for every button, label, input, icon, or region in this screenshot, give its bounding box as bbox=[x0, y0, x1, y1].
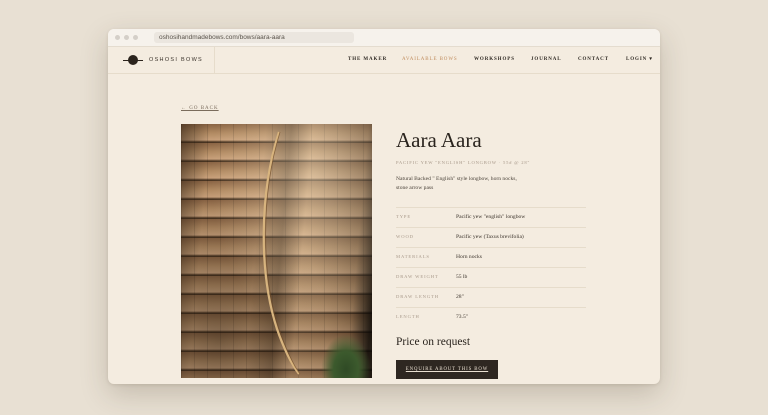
spec-value: 73.5" bbox=[456, 314, 469, 320]
spec-row-wood: WOOD Pacific yew (Taxus brevifolia) bbox=[396, 227, 586, 247]
enquire-button[interactable]: ENQUIRE ABOUT THIS BOW bbox=[396, 360, 498, 379]
spec-row-draw-length: DRAW LENGTH 28" bbox=[396, 287, 586, 307]
bow-description: Natural Backed " English" style longbow,… bbox=[396, 176, 517, 191]
go-back-link[interactable]: ← GO BACK bbox=[181, 106, 219, 112]
minimize-window-icon[interactable] bbox=[124, 35, 129, 40]
spec-value: 28" bbox=[456, 294, 464, 300]
price-label: Price on request bbox=[396, 336, 471, 348]
spec-value: Pacific yew (Taxus brevifolia) bbox=[456, 234, 524, 240]
plant-foliage bbox=[321, 334, 371, 378]
spec-row-length: LENGTH 73.5" bbox=[396, 307, 586, 327]
spec-value: 55 lb bbox=[456, 274, 468, 280]
spec-value: Pacific yew "english" longbow bbox=[456, 214, 526, 220]
spec-label: MATERIALS bbox=[396, 254, 430, 259]
spec-label: DRAW LENGTH bbox=[396, 294, 440, 299]
maximize-window-icon[interactable] bbox=[133, 35, 138, 40]
logo-text: OSHOSI BOWS bbox=[149, 57, 204, 63]
spec-table: TYPE Pacific yew "english" longbow WOOD … bbox=[396, 207, 586, 327]
nav-item-workshops[interactable]: WORKSHOPS bbox=[474, 57, 515, 63]
spec-row-materials: MATERIALS Horn nocks bbox=[396, 247, 586, 267]
browser-window: oshosihandmadebows.com/bows/aara-aara OS… bbox=[108, 29, 660, 384]
nav-item-journal[interactable]: JOURNAL bbox=[531, 57, 561, 63]
close-window-icon[interactable] bbox=[115, 35, 120, 40]
nav-item-available-bows[interactable]: AVAILABLE BOWS bbox=[402, 57, 458, 63]
spec-label: DRAW WEIGHT bbox=[396, 274, 439, 279]
nav-item-login[interactable]: LOGIN ▾ bbox=[626, 57, 653, 63]
browser-titlebar: oshosihandmadebows.com/bows/aara-aara bbox=[108, 29, 660, 47]
spec-value: Horn nocks bbox=[456, 254, 482, 260]
spec-label: LENGTH bbox=[396, 314, 420, 319]
site-navigation: OSHOSI BOWS THE MAKER AVAILABLE BOWS WOR… bbox=[108, 47, 660, 74]
bow-subtitle: PACIFIC YEW "ENGLISH" LONGBOW · 55# @ 28… bbox=[396, 160, 531, 165]
enquire-button-label: ENQUIRE ABOUT THIS BOW bbox=[405, 367, 489, 372]
site-logo[interactable]: OSHOSI BOWS bbox=[123, 55, 203, 65]
nav-item-contact[interactable]: CONTACT bbox=[578, 57, 609, 63]
nav-divider bbox=[214, 47, 215, 73]
address-bar[interactable]: oshosihandmadebows.com/bows/aara-aara bbox=[154, 32, 354, 43]
nav-item-the-maker[interactable]: THE MAKER bbox=[348, 57, 387, 63]
page-title: Aara Aara bbox=[396, 128, 482, 152]
spec-label: WOOD bbox=[396, 234, 414, 239]
spec-row-type: TYPE Pacific yew "english" longbow bbox=[396, 207, 586, 227]
bow-logo-icon bbox=[123, 55, 143, 65]
spec-row-draw-weight: DRAW WEIGHT 55 lb bbox=[396, 267, 586, 287]
spec-label: TYPE bbox=[396, 214, 412, 219]
bow-photo bbox=[181, 124, 372, 378]
